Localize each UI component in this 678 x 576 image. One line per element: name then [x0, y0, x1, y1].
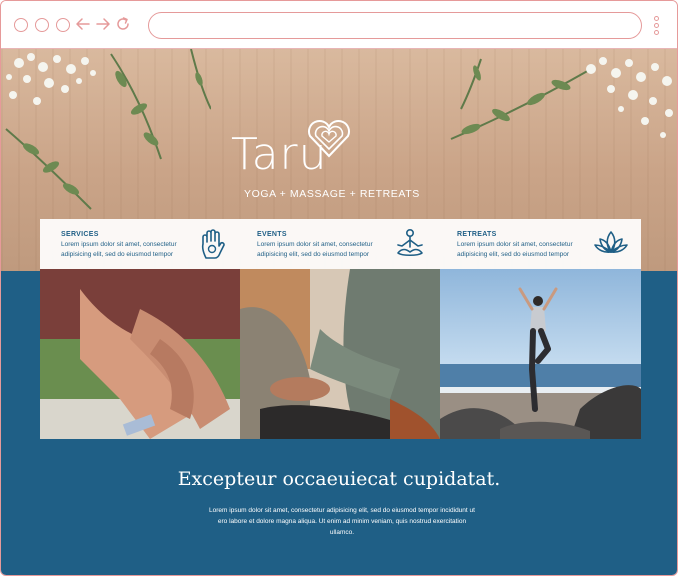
section-body: Lorem ipsum dolor sit amet, consectetur … — [209, 507, 475, 536]
circle-dot-icon[interactable] — [35, 18, 49, 32]
lotus-icon — [594, 231, 628, 253]
reload-icon[interactable] — [114, 15, 132, 33]
card-services[interactable]: SERVICES Lorem ipsum dolor sit amet, con… — [40, 219, 240, 269]
back-arrow-icon[interactable] — [74, 15, 92, 33]
heart-logo-icon — [308, 120, 350, 158]
circle-dot-icon[interactable] — [56, 18, 70, 32]
browser-toolbar — [1, 1, 677, 49]
card-title: SERVICES — [61, 231, 99, 238]
circle-dot-icon[interactable] — [14, 18, 28, 32]
section-headline: Excepteur occaeuiecat cupidatat. — [177, 468, 501, 490]
card-description: Lorem ipsum dolor sit amet, consectetur … — [257, 241, 373, 258]
forward-arrow-icon[interactable] — [94, 15, 112, 33]
photo-strip — [40, 269, 641, 439]
beach-yoga-photo — [440, 269, 641, 439]
hand-icon — [201, 229, 225, 259]
feature-cards: SERVICES Lorem ipsum dolor sit amet, con… — [40, 219, 641, 269]
kebab-menu-icon[interactable] — [652, 16, 660, 36]
yoga-class-photo — [240, 269, 440, 439]
massage-photo — [40, 269, 240, 439]
card-title: EVENTS — [257, 231, 287, 238]
card-description: Lorem ipsum dolor sit amet, consectetur … — [61, 241, 177, 258]
browser-window: Taru YOGA + MASSAGE + RETREATS SERVICES … — [0, 0, 678, 576]
flower-branch-icon — [5, 49, 211, 210]
tagline: YOGA + MASSAGE + RETREATS — [244, 188, 420, 200]
flower-branch-icon — [450, 57, 673, 140]
address-bar[interactable] — [148, 12, 642, 39]
card-events[interactable]: EVENTS Lorem ipsum dolor sit amet, conse… — [236, 219, 436, 269]
meditation-icon — [397, 228, 423, 257]
card-description: Lorem ipsum dolor sit amet, consectetur … — [457, 241, 573, 258]
card-retreats[interactable]: RETREATS Lorem ipsum dolor sit amet, con… — [436, 219, 636, 269]
card-title: RETREATS — [457, 231, 497, 238]
